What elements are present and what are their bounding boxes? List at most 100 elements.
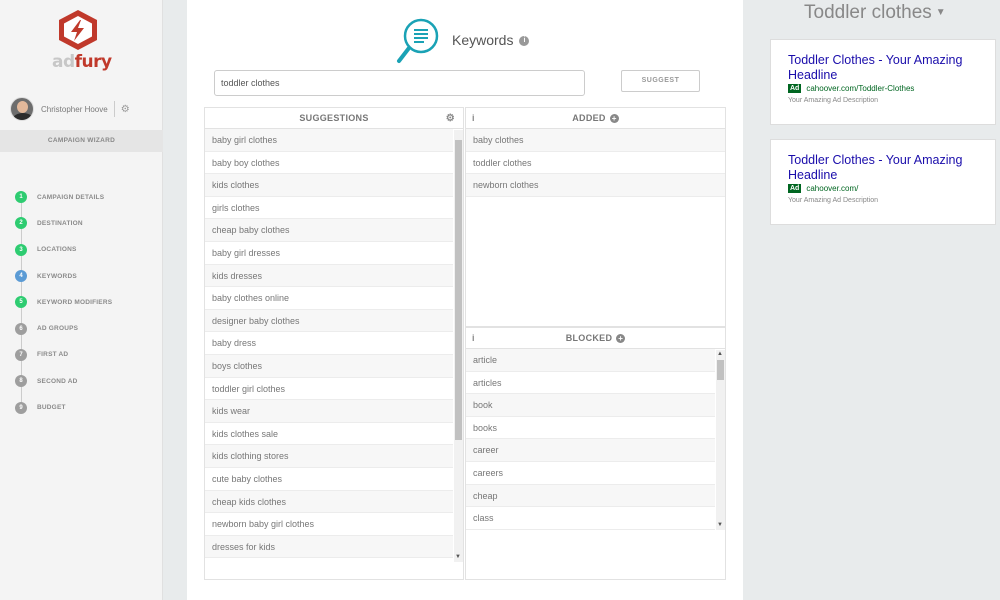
list-item[interactable]: newborn baby girl clothes: [205, 513, 453, 536]
step-number: 9: [15, 401, 27, 414]
list-item[interactable]: kids dresses: [205, 264, 453, 288]
list-item[interactable]: kids clothes: [205, 174, 453, 197]
scroll-thumb[interactable]: [717, 360, 724, 380]
wizard-step[interactable]: 5 KEYWORD MODIFIERS: [15, 289, 113, 329]
list-item[interactable]: articles: [466, 372, 715, 395]
added-list: i ADDED + baby clothes toddler clothes newb…: [465, 107, 726, 327]
wizard-step[interactable]: 9 BUDGET: [15, 394, 112, 420]
suggestions-list: SUGGESTIONS ⚙ baby girl clothes baby boy …: [204, 107, 464, 580]
list-item[interactable]: newborn clothes: [466, 174, 725, 197]
step-label: CAMPAIGN DETAILS: [37, 193, 105, 201]
step-number: 8: [15, 375, 27, 388]
list-item[interactable]: kids wear: [205, 400, 453, 423]
step-label: KEYWORD MODIFIERS: [37, 298, 113, 306]
step-number: 1: [15, 191, 27, 204]
wizard-step[interactable]: 7 FIRST AD: [15, 342, 112, 382]
list-item[interactable]: cheap kids clothes: [205, 490, 453, 514]
add-icon[interactable]: +: [616, 334, 626, 344]
list-item[interactable]: book: [466, 394, 715, 417]
list-item[interactable]: class: [466, 507, 715, 530]
wizard-step[interactable]: 3 LOCATIONS: [15, 237, 112, 277]
list-item[interactable]: cheap baby clothes: [205, 219, 453, 242]
ad-url: Ad cahoover.com/Toddler-Clothes: [788, 84, 915, 93]
list-item[interactable]: designer baby clothes: [205, 309, 453, 333]
list-item[interactable]: dresses for kids: [205, 535, 453, 559]
ad-url: Ad cahoover.com/: [788, 184, 859, 193]
suggestions-rows: baby girl clothes baby boy clothes kids cl…: [205, 129, 453, 559]
step-label: LOCATIONS: [37, 246, 77, 254]
keywords-panel: Keywordsi SUGGEST SUGGESTIONS ⚙ baby gir…: [187, 0, 743, 600]
step-label: KEYWORDS: [37, 272, 77, 280]
step-label: FIRST AD: [37, 351, 69, 359]
list-item[interactable]: baby dress: [205, 332, 453, 355]
ad-description: Your Amazing Ad Description: [788, 97, 879, 104]
step-number: 6: [15, 322, 27, 335]
add-icon[interactable]: +: [609, 114, 619, 124]
list-item[interactable]: baby clothes online: [205, 287, 453, 310]
blocked-header: i BLOCKED +: [466, 328, 725, 349]
ad-group-dropdown[interactable]: Toddler clothes ▼: [804, 2, 946, 24]
list-item[interactable]: toddler clothes: [466, 152, 725, 175]
avatar[interactable]: [10, 97, 34, 121]
step-number: 3: [15, 243, 27, 256]
wizard-steps: 1 CAMPAIGN DETAILS 2 DESTINATION 3 LOCATIONS 4…: [15, 184, 112, 421]
scroll-down-icon[interactable]: ▼: [455, 554, 461, 560]
wizard-step[interactable]: 8 SECOND AD: [15, 368, 112, 408]
gear-icon[interactable]: ⚙: [121, 104, 130, 115]
step-label: SECOND AD: [37, 377, 78, 385]
list-item[interactable]: article: [466, 349, 715, 372]
scrollbar[interactable]: ▼: [454, 130, 463, 562]
info-icon[interactable]: i: [472, 328, 475, 349]
wizard-step[interactable]: 2 DESTINATION: [15, 210, 112, 250]
step-label: BUDGET: [37, 404, 66, 412]
list-item[interactable]: career: [466, 439, 715, 462]
user-name[interactable]: Christopher Hoove: [41, 105, 108, 114]
added-rows: baby clothes toddler clothes newborn cloth…: [466, 129, 725, 197]
ad-preview-card: Toddler Clothes - Your Amazing Headline A…: [770, 39, 996, 125]
step-label: AD GROUPS: [37, 325, 79, 333]
added-header: i ADDED +: [466, 108, 725, 129]
adfury-logo[interactable]: adfury: [52, 8, 112, 78]
info-icon[interactable]: i: [472, 108, 475, 129]
scroll-up-icon[interactable]: ▲: [717, 351, 723, 357]
ad-badge: Ad: [788, 84, 802, 93]
list-item[interactable]: careers: [466, 462, 715, 485]
list-item[interactable]: cute baby clothes: [205, 468, 453, 491]
wizard-step[interactable]: 1 CAMPAIGN DETAILS: [15, 184, 112, 224]
wizard-step[interactable]: 6 AD GROUPS: [15, 315, 112, 355]
list-item[interactable]: kids clothes sale: [205, 423, 453, 446]
info-icon[interactable]: i: [519, 36, 530, 47]
ad-headline[interactable]: Toddler Clothes - Your Amazing Headline: [788, 53, 988, 83]
keyword-search-input[interactable]: [214, 70, 585, 96]
step-number: 4: [15, 270, 27, 283]
step-number: 2: [15, 217, 27, 230]
suggest-button[interactable]: SUGGEST: [621, 70, 700, 92]
list-item[interactable]: baby clothes: [466, 129, 725, 152]
user-profile: Christopher Hoove ⚙: [10, 97, 160, 121]
scrollbar[interactable]: ▲ ▼: [716, 350, 725, 530]
scroll-thumb[interactable]: [455, 140, 462, 440]
list-item[interactable]: baby boy clothes: [205, 152, 453, 175]
lightning-bolt-icon: [59, 10, 97, 50]
caret-down-icon: ▼: [935, 7, 946, 19]
ad-badge: Ad: [788, 184, 802, 193]
step-number: 7: [15, 348, 27, 361]
document-search-icon: [397, 18, 439, 63]
step-label: DESTINATION: [37, 219, 83, 227]
list-item[interactable]: baby girl clothes: [205, 129, 453, 152]
sidebar: adfury Christopher Hoove ⚙ CAMPAIGN WIZA…: [0, 0, 163, 600]
list-item[interactable]: books: [466, 417, 715, 440]
divider: [113, 101, 115, 117]
list-item[interactable]: girls clothes: [205, 197, 453, 220]
list-item[interactable]: boys clothes: [205, 354, 453, 378]
list-item[interactable]: toddler girl clothes: [205, 378, 453, 401]
wizard-step[interactable]: 4 KEYWORDS: [15, 263, 112, 303]
page-title: Keywords i: [452, 32, 530, 48]
suggestions-header: SUGGESTIONS ⚙: [205, 108, 463, 129]
scroll-down-icon[interactable]: ▼: [717, 522, 723, 528]
ad-headline[interactable]: Toddler Clothes - Your Amazing Headline: [788, 153, 988, 183]
gear-icon[interactable]: ⚙: [446, 108, 455, 129]
list-item[interactable]: cheap: [466, 484, 715, 508]
list-item[interactable]: baby girl dresses: [205, 242, 453, 265]
list-item[interactable]: kids clothing stores: [205, 445, 453, 468]
